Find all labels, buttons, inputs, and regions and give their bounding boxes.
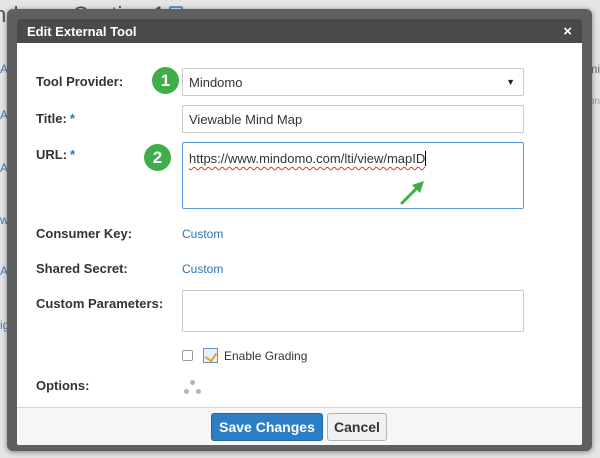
- required-mark: *: [69, 111, 75, 126]
- custom-parameters-label: Custom Parameters:: [36, 296, 164, 311]
- url-value: https://www.mindomo.com/lti/view/mapID: [189, 151, 426, 166]
- custom-parameters-textarea[interactable]: [182, 290, 524, 332]
- url-label: URL: *: [36, 147, 75, 162]
- text-cursor: [425, 151, 427, 166]
- dialog-title: Edit External Tool: [27, 23, 137, 39]
- tool-provider-select[interactable]: Mindomo ▼: [182, 68, 524, 96]
- url-textarea[interactable]: https://www.mindomo.com/lti/view/mapID: [182, 142, 524, 209]
- title-input[interactable]: Viewable Mind Map: [182, 105, 524, 133]
- dialog-titlebar: Edit External Tool ×: [17, 19, 582, 43]
- required-mark: *: [70, 147, 76, 162]
- chevron-down-icon: ▼: [506, 77, 515, 87]
- shared-secret-label: Shared Secret:: [36, 261, 128, 276]
- enable-grading-checkbox[interactable]: [182, 350, 193, 361]
- cancel-button[interactable]: Cancel: [327, 413, 387, 441]
- title-label: Title: *: [36, 111, 75, 126]
- dialog-footer: Save Changes Cancel: [17, 407, 582, 445]
- step-1-badge: 1: [152, 67, 179, 94]
- modal-frame: Edit External Tool × Tool Provider: 1 Mi…: [7, 9, 592, 451]
- options-label: Options:: [36, 378, 90, 393]
- annotation-arrow-icon: [400, 181, 424, 205]
- title-label-text: Title:: [36, 111, 67, 126]
- step-2-badge: 2: [144, 144, 171, 171]
- close-icon[interactable]: ×: [563, 24, 572, 39]
- tool-provider-value: Mindomo: [189, 74, 243, 90]
- tool-provider-label: Tool Provider:: [36, 74, 124, 89]
- save-changes-button[interactable]: Save Changes: [211, 413, 323, 441]
- loading-spinner-icon: [184, 380, 202, 396]
- enable-grading-label: Enable Grading: [224, 348, 308, 363]
- edit-external-tool-dialog: Edit External Tool × Tool Provider: 1 Mi…: [17, 19, 582, 445]
- enable-grading-row: Enable Grading: [182, 348, 307, 363]
- consumer-key-label: Consumer Key:: [36, 226, 133, 241]
- gradebook-icon: [203, 348, 218, 363]
- consumer-key-link[interactable]: Custom: [182, 227, 223, 241]
- url-label-text: URL:: [36, 147, 68, 162]
- shared-secret-link[interactable]: Custom: [182, 262, 223, 276]
